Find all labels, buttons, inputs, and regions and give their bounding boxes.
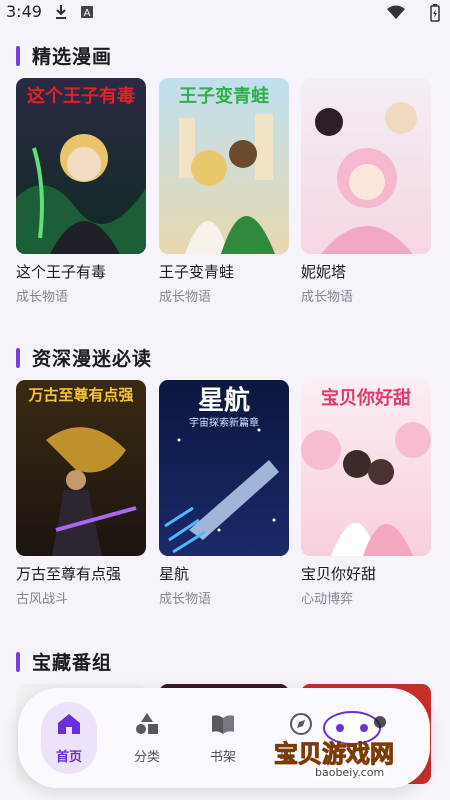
comic-cover[interactable]: 王子变青蛙 [159, 78, 289, 254]
comic-title: 星航 [159, 565, 190, 583]
section-accent-bar [16, 651, 20, 672]
comic-cover[interactable]: 星航 宇宙探索新篇章 [159, 380, 289, 556]
watermark-url: baobeiy.com [312, 766, 388, 779]
watermark-text: 宝贝游戏网 [274, 740, 395, 769]
comic-tag: 古风战斗 [16, 592, 69, 607]
section-accent-bar [16, 347, 20, 368]
comic-title: 宝贝你好甜 [301, 565, 377, 583]
comic-title: 妮妮塔 [301, 263, 347, 281]
svg-text:A: A [84, 8, 91, 19]
comic-card[interactable]: 万古至尊有点强 万古至尊有点强 古风战斗 [16, 380, 146, 607]
comic-tag: 成长物语 [159, 592, 212, 607]
comic-tag: 成长物语 [16, 290, 69, 305]
nav-home[interactable]: 首页 [30, 688, 108, 788]
comic-tag: 心动博弈 [301, 592, 354, 607]
comic-tag: 成长物语 [301, 290, 354, 305]
comic-card[interactable]: 星航 宇宙探索新篇章 星航 成长物语 [159, 380, 289, 607]
category-icon [136, 713, 158, 734]
section-accent-bar [16, 45, 20, 66]
comic-card[interactable]: 宝贝你好甜 宝贝你好甜 心动博弈 [301, 380, 431, 607]
section-title-featured: 精选漫画 [16, 42, 112, 69]
comic-cover[interactable]: 这个王子有毒 [16, 78, 146, 254]
notification-a-icon: A [80, 4, 94, 24]
nav-category[interactable]: 分类 [108, 688, 186, 788]
watermark-logo: 宝贝游戏网 baobeiy.com [270, 700, 430, 790]
comic-title: 万古至尊有点强 [16, 565, 122, 583]
nav-bookshelf[interactable]: 书架 [184, 688, 262, 788]
section-title-veteran: 资深漫迷必读 [16, 344, 152, 371]
comic-cover[interactable] [301, 78, 431, 254]
home-icon [58, 714, 80, 734]
comic-tag: 成长物语 [159, 290, 212, 305]
section-title-treasure: 宝藏番组 [16, 648, 112, 675]
download-icon [54, 4, 68, 24]
wifi-icon [386, 4, 406, 24]
status-bar: 3:49 A [0, 0, 450, 26]
bookshelf-icon [212, 715, 234, 734]
status-time: 3:49 [6, 2, 42, 21]
comic-title: 这个王子有毒 [16, 263, 107, 281]
battery-icon [430, 4, 440, 26]
comic-cover[interactable]: 万古至尊有点强 [16, 380, 146, 556]
comic-title: 王子变青蛙 [159, 263, 235, 281]
comic-cover[interactable]: 宝贝你好甜 [301, 380, 431, 556]
comic-card[interactable]: 妮妮塔 成长物语 [301, 78, 431, 305]
comic-card[interactable]: 王子变青蛙 王子变青蛙 成长物语 [159, 78, 289, 305]
comic-card[interactable]: 这个王子有毒 这个王子有毒 成长物语 [16, 78, 146, 305]
